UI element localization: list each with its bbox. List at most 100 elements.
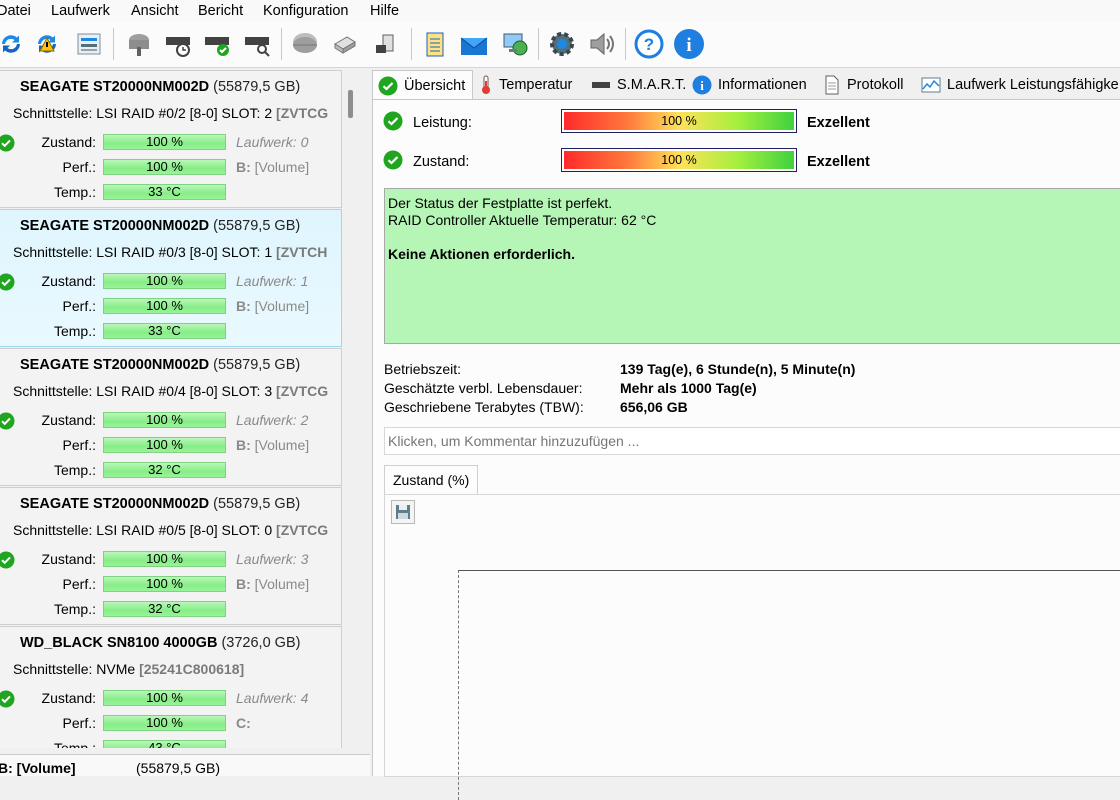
tab-temperatur[interactable]: Temperatur: [479, 71, 572, 99]
drive-serial: [25241C800618]: [139, 661, 245, 677]
health-gauge-fill: 100 %: [564, 151, 794, 169]
drive-title: WD_BLACK SN8100 4000GB (3726,0 GB): [20, 635, 300, 651]
disk-clock-icon[interactable]: [161, 27, 195, 61]
volume-name: [Volume]: [254, 576, 310, 592]
disk-check-icon[interactable]: [200, 27, 234, 61]
state-bar: 100 %: [103, 134, 226, 150]
usb-drive-icon[interactable]: [328, 27, 362, 61]
speaker-icon[interactable]: [584, 27, 618, 61]
temp-bar: 33 °C: [103, 184, 226, 200]
performance-chart-icon: [921, 77, 941, 93]
svg-text:i: i: [700, 78, 704, 93]
volume-info: B: [Volume]: [236, 159, 309, 175]
health-chart-plot: [458, 570, 1120, 800]
refresh-icon[interactable]: [0, 27, 28, 61]
check-circle-icon: [0, 273, 15, 291]
perf-bar: 100 %: [103, 298, 226, 314]
disk-platter-icon[interactable]: [288, 27, 322, 61]
menu-laufwerk[interactable]: Laufwerk: [51, 3, 110, 19]
drive-capacity: (55879,5 GB): [213, 496, 301, 512]
mail-icon[interactable]: [457, 27, 491, 61]
disk-search-icon[interactable]: [240, 27, 274, 61]
temp-bar: 32 °C: [103, 462, 226, 478]
menu-datei[interactable]: Datei: [0, 3, 31, 19]
document-icon: [824, 75, 840, 95]
menu-konfiguration[interactable]: Konfiguration: [263, 3, 348, 19]
tab-label: Zustand (%): [393, 472, 470, 488]
perf-label: Perf.:: [62, 715, 96, 731]
menu-ansicht[interactable]: Ansicht: [131, 3, 179, 19]
drive-external-icon[interactable]: [368, 27, 402, 61]
help-icon[interactable]: ?: [632, 27, 666, 61]
drive-list: SEAGATE ST20000NM002D (55879,5 GB) Schni…: [0, 70, 342, 748]
drive-title: SEAGATE ST20000NM002D (55879,5 GB): [20, 496, 300, 512]
toolbar-separator: [538, 28, 539, 60]
status-line: RAID Controller Aktuelle Temperatur: 62 …: [388, 212, 657, 228]
tab-smart[interactable]: S.M.A.R.T.: [591, 71, 686, 99]
drive-serial: [ZVTCH: [276, 244, 328, 260]
volume-row-size: (55879,5 GB): [136, 760, 221, 776]
tab-label: Temperatur: [499, 77, 573, 93]
drive-list-icon[interactable]: [72, 27, 106, 61]
tab-bar: Übersicht Temperatur S.M.A.R.T. i Inform…: [372, 70, 1120, 100]
floppy-disk-icon: [395, 504, 411, 520]
menu-bericht[interactable]: Bericht: [198, 3, 243, 19]
refresh-warning-icon[interactable]: [30, 27, 64, 61]
tab-laufwerk-leistung[interactable]: Laufwerk Leistungsfähigke: [921, 71, 1119, 99]
drive-title: SEAGATE ST20000NM002D (55879,5 GB): [20, 357, 300, 373]
save-button[interactable]: [391, 500, 415, 524]
tab-zustand-chart[interactable]: Zustand (%): [384, 465, 479, 494]
health-chart-area: [384, 494, 1120, 800]
performance-gauge-fill: 100 %: [564, 112, 794, 130]
perf-bar: 100 %: [103, 159, 226, 175]
drive-card[interactable]: SEAGATE ST20000NM002D (55879,5 GB) Schni…: [0, 70, 342, 208]
perf-label: Perf.:: [62, 159, 96, 175]
drive-card[interactable]: SEAGATE ST20000NM002D (55879,5 GB) Schni…: [0, 209, 342, 347]
volume-name: [Volume]: [254, 298, 310, 314]
uptime-value: 139 Tag(e), 6 Stunde(n), 5 Minute(n): [620, 361, 856, 377]
state-label: Zustand:: [41, 134, 96, 150]
menu-hilfe[interactable]: Hilfe: [370, 3, 399, 19]
temp-label: Temp.:: [53, 462, 96, 478]
drive-list-scrollbar[interactable]: [348, 90, 353, 118]
disk-head-icon[interactable]: [122, 27, 156, 61]
interface-value: LSI RAID #0/2 [8-0] SLOT: 2: [96, 105, 273, 121]
interface-value: LSI RAID #0/4 [8-0] SLOT: 3: [96, 383, 273, 399]
drive-card[interactable]: WD_BLACK SN8100 4000GB (3726,0 GB) Schni…: [0, 626, 342, 748]
volume-letter: C:: [236, 715, 251, 731]
drive-interface: Schnittstelle: LSI RAID #0/5 [8-0] SLOT:…: [13, 522, 328, 538]
drive-title: SEAGATE ST20000NM002D (55879,5 GB): [20, 79, 300, 95]
state-bar: 100 %: [103, 690, 226, 706]
volume-letter: B:: [236, 437, 251, 453]
drive-number: Laufwerk: 0: [236, 134, 309, 150]
perf-bar: 100 %: [103, 437, 226, 453]
drive-serial: [ZVTCG: [276, 383, 329, 399]
svg-text:i: i: [686, 35, 691, 56]
drive-card[interactable]: SEAGATE ST20000NM002D (55879,5 GB) Schni…: [0, 487, 342, 625]
performance-label: Leistung:: [413, 115, 472, 131]
settings-gear-icon[interactable]: [545, 27, 579, 61]
drive-card[interactable]: SEAGATE ST20000NM002D (55879,5 GB) Schni…: [0, 348, 342, 486]
info-icon[interactable]: i: [672, 27, 706, 61]
perf-bar: 100 %: [103, 715, 226, 731]
tab-label: S.M.A.R.T.: [617, 77, 687, 93]
drive-model: SEAGATE ST20000NM002D: [20, 496, 210, 512]
volume-name: [Volume]: [254, 159, 310, 175]
tab-uebersicht[interactable]: Übersicht: [372, 70, 473, 100]
check-circle-icon: [378, 76, 398, 96]
drive-interface: Schnittstelle: LSI RAID #0/3 [8-0] SLOT:…: [13, 244, 327, 260]
temp-bar: 33 °C: [103, 323, 226, 339]
info-icon: i: [692, 75, 712, 95]
notepad-icon[interactable]: [418, 27, 452, 61]
temp-bar: 43 °C: [103, 740, 226, 748]
toolbar-separator: [113, 28, 114, 60]
volume-row-name: B: [Volume]: [0, 760, 76, 776]
volume-info: B: [Volume]: [236, 576, 309, 592]
drive-capacity: (55879,5 GB): [213, 357, 301, 373]
network-globe-icon[interactable]: [498, 27, 532, 61]
volume-row[interactable]: B: [Volume] (55879,5 GB): [0, 754, 370, 776]
tab-label: Protokoll: [847, 77, 904, 93]
comment-input[interactable]: [384, 427, 1120, 455]
tab-informationen[interactable]: i Informationen: [692, 71, 807, 99]
tab-protokoll[interactable]: Protokoll: [824, 71, 903, 99]
